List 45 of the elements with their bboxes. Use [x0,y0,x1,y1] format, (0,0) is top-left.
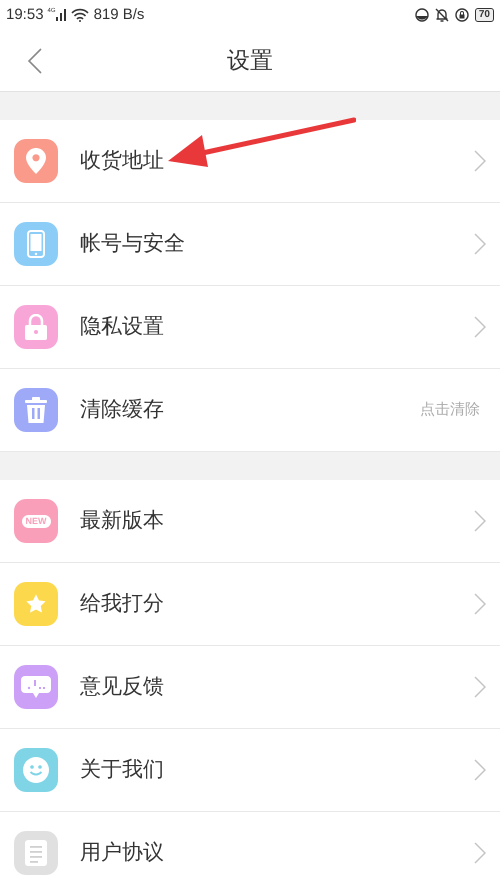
speech-bubble-icon [21,674,51,700]
settings-row[interactable]: 给我打分 [0,563,500,646]
settings-row[interactable]: 用户协议 [0,812,500,879]
new-label: NEW [22,514,50,528]
back-chevron-icon [28,48,42,74]
row-label: 关于我们 [80,757,165,784]
settings-row[interactable]: 帐号与安全 [0,203,500,286]
settings-row[interactable]: NEW 最新版本 [0,480,500,563]
chevron-icon [474,510,486,532]
settings-row[interactable]: 意见反馈 [0,646,500,729]
document-icon [25,840,47,866]
row-label: 清除缓存 [80,397,165,424]
chevron-icon [474,676,486,698]
phone-icon [27,230,45,258]
clear-hint: 点击清除 [420,400,480,420]
bell-off-icon [434,8,449,22]
status-time: 19:53 [6,4,44,25]
settings-row[interactable]: 隐私设置 [0,286,500,369]
lock-icon [24,314,48,340]
chevron-icon [474,593,486,615]
smiley-icon [23,757,49,783]
lock-rotation-icon [454,8,469,22]
network-speed: 819 B/s [94,4,144,25]
chevron-icon [474,150,486,172]
row-label: 帐号与安全 [80,231,186,258]
location-pin-icon [26,148,46,174]
signal-icon [56,9,66,21]
battery-level: 70 [474,8,494,22]
row-label: 隐私设置 [80,314,165,340]
row-label: 用户协议 [80,840,165,866]
chevron-icon [474,316,486,338]
wifi-icon [70,8,89,22]
chevron-icon [474,759,486,781]
settings-row[interactable]: 清除缓存 点击清除 [0,369,500,452]
chevron-icon [474,842,486,864]
row-label: 意见反馈 [80,674,165,700]
row-label: 最新版本 [80,508,165,534]
chevron-icon [474,233,486,255]
trash-icon [25,397,47,423]
star-icon [25,593,47,615]
row-label: 给我打分 [80,591,165,618]
moon-icon [414,8,429,22]
settings-row[interactable]: 关于我们 [0,729,500,812]
row-label: 收货地址 [80,148,165,174]
page-title: 设置 [227,46,273,76]
